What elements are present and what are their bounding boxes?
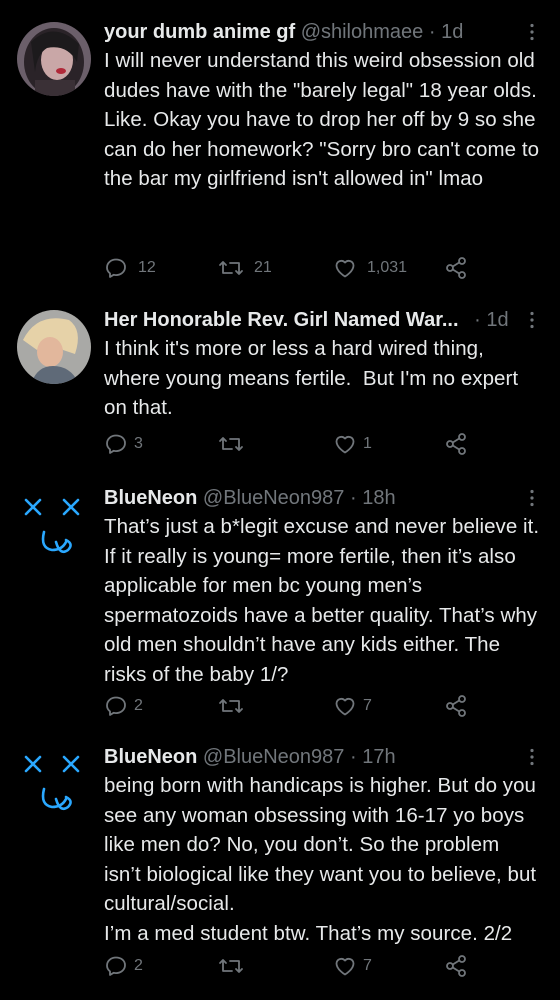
heart-icon xyxy=(335,260,355,278)
avatar[interactable] xyxy=(17,22,91,96)
retweet-icon xyxy=(219,959,243,973)
heart-icon xyxy=(335,698,355,716)
retweet-icon xyxy=(219,437,243,451)
reply-icon xyxy=(106,956,126,976)
more-options-icon[interactable] xyxy=(522,22,542,42)
author-name[interactable]: BlueNeon xyxy=(104,746,197,768)
tweet[interactable]: BlueNeon @BlueNeon987 · 17h being born w… xyxy=(0,725,560,1000)
author-name[interactable]: your dumb anime gf xyxy=(104,21,295,43)
like-count: 1 xyxy=(363,435,372,452)
timestamp[interactable]: 1d xyxy=(441,21,463,43)
author-name[interactable]: BlueNeon xyxy=(104,487,197,509)
reply-icon xyxy=(106,696,126,716)
share-button[interactable] xyxy=(444,694,468,718)
tweet-text: That’s just a b*legit excuse and never b… xyxy=(104,515,545,686)
share-icon xyxy=(446,433,466,455)
more-options-icon[interactable] xyxy=(522,747,542,767)
like-count: 7 xyxy=(363,957,372,974)
author-handle[interactable]: @BlueNeon987 xyxy=(203,487,345,509)
reply-count: 3 xyxy=(134,435,143,452)
reply-button[interactable]: 12 xyxy=(104,256,156,280)
tweet-text: being born with handicaps is higher. But… xyxy=(104,774,537,945)
retweet-icon xyxy=(219,699,243,713)
action-bar: 2 7 xyxy=(104,954,484,978)
like-button[interactable]: 7 xyxy=(333,694,372,718)
timestamp[interactable]: 17h xyxy=(362,746,395,768)
retweet-count: 21 xyxy=(254,259,272,276)
heart-icon xyxy=(335,436,355,454)
reply-button[interactable]: 3 xyxy=(104,432,143,456)
reply-button[interactable]: 2 xyxy=(104,694,143,718)
share-button[interactable] xyxy=(444,256,468,280)
like-button[interactable]: 7 xyxy=(333,954,372,978)
retweet-button[interactable] xyxy=(218,432,244,456)
share-button[interactable] xyxy=(444,954,468,978)
reply-icon xyxy=(106,258,126,278)
share-button[interactable] xyxy=(444,432,468,456)
avatar[interactable] xyxy=(17,310,91,384)
avatar[interactable] xyxy=(22,749,86,825)
like-button[interactable]: 1,031 xyxy=(333,256,407,280)
author-handle[interactable]: @shilohmaee xyxy=(301,21,424,43)
tweet-text: I will never understand this weird obses… xyxy=(104,49,540,190)
action-bar: 2 7 xyxy=(104,694,484,718)
reply-count: 2 xyxy=(134,957,143,974)
action-bar: 12 21 1,031 xyxy=(104,256,484,280)
share-icon xyxy=(446,695,466,717)
separator-dot: · xyxy=(474,309,481,331)
timestamp[interactable]: 18h xyxy=(362,487,395,509)
tweet[interactable]: BlueNeon @BlueNeon987 · 18h That’s just … xyxy=(0,470,560,720)
reply-count: 12 xyxy=(138,259,156,276)
reply-count: 2 xyxy=(134,697,143,714)
separator-dot: · xyxy=(349,487,357,509)
more-options-icon[interactable] xyxy=(522,488,542,508)
share-icon xyxy=(446,955,466,977)
like-count: 7 xyxy=(363,697,372,714)
author-name[interactable]: Her Honorable Rev. Girl Named War... xyxy=(104,309,459,331)
separator-dot: · xyxy=(349,746,357,768)
separator-dot: · xyxy=(428,21,436,43)
like-button[interactable]: 1 xyxy=(333,432,372,456)
like-count: 1,031 xyxy=(367,259,408,276)
tweet-text: I think it's more or less a hard wired t… xyxy=(104,337,524,419)
more-options-icon[interactable] xyxy=(522,310,542,330)
timestamp[interactable]: 1d xyxy=(486,309,508,331)
avatar[interactable] xyxy=(22,492,86,568)
retweet-button[interactable] xyxy=(218,694,244,718)
author-handle[interactable]: @BlueNeon987 xyxy=(203,746,345,768)
tweet[interactable]: your dumb anime gf @shilohmaee · 1d I wi… xyxy=(0,0,560,300)
reply-button[interactable]: 2 xyxy=(104,954,143,978)
reply-icon xyxy=(106,434,126,454)
retweet-button[interactable] xyxy=(218,954,244,978)
action-bar: 3 1 xyxy=(104,432,484,456)
tweet[interactable]: Her Honorable Rev. Girl Named War... · 1… xyxy=(0,300,560,470)
heart-icon xyxy=(335,958,355,976)
share-icon xyxy=(446,257,466,279)
retweet-button[interactable]: 21 xyxy=(218,256,272,280)
retweet-icon xyxy=(219,261,243,275)
